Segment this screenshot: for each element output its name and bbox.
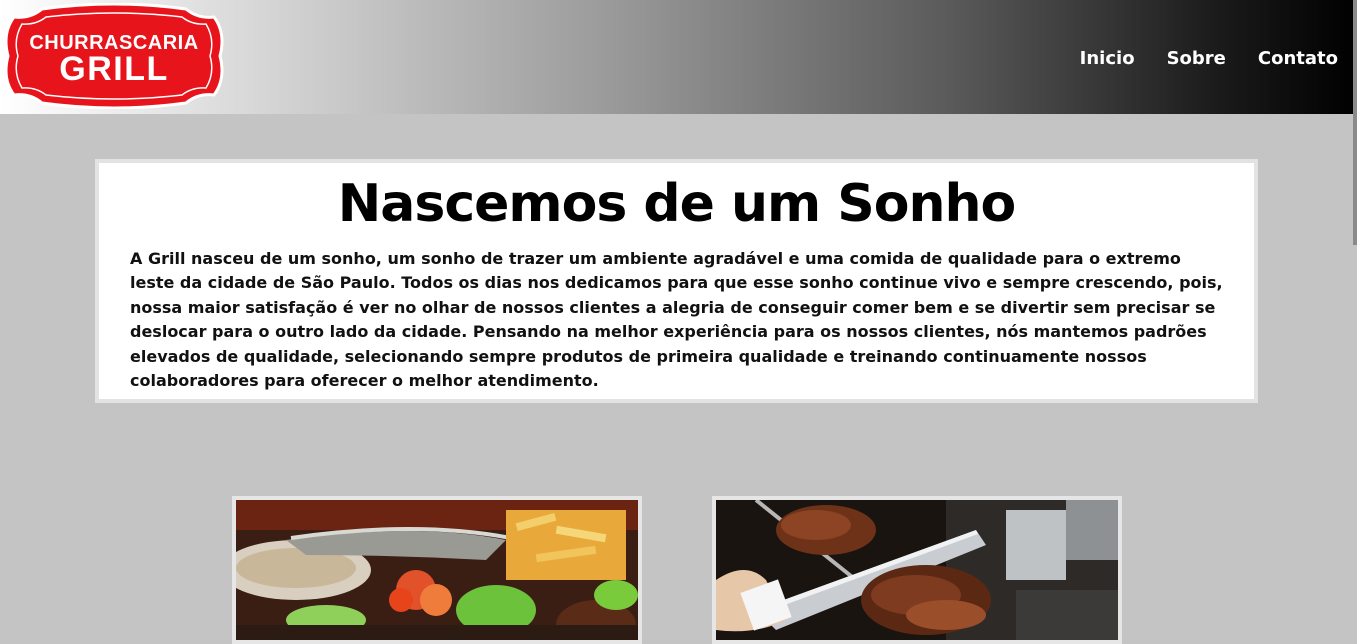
about-title: Nascemos de um Sonho	[337, 174, 1016, 234]
about-section: Nascemos de um Sonho A Grill nasceu de u…	[95, 159, 1258, 403]
nav-contato[interactable]: Contato	[1258, 48, 1338, 70]
meat-carving-image	[716, 500, 1118, 640]
food-plate-image	[236, 500, 638, 640]
main-nav: Inicio Sobre Contato	[1080, 48, 1338, 70]
nav-sobre[interactable]: Sobre	[1167, 48, 1226, 70]
meat-carving-photo	[712, 496, 1122, 644]
logo[interactable]: CHURRASCARIA GRILL	[2, 3, 226, 109]
nav-inicio[interactable]: Inicio	[1080, 48, 1135, 70]
site-header: CHURRASCARIA GRILL Inicio Sobre Contato	[0, 0, 1357, 245]
scrollbar-thumb[interactable]	[1353, 0, 1357, 245]
about-text: A Grill nasceu de um sonho, um sonho de …	[130, 249, 1223, 391]
food-plate-photo	[232, 496, 642, 644]
logo-line2: GRILL	[59, 50, 169, 88]
